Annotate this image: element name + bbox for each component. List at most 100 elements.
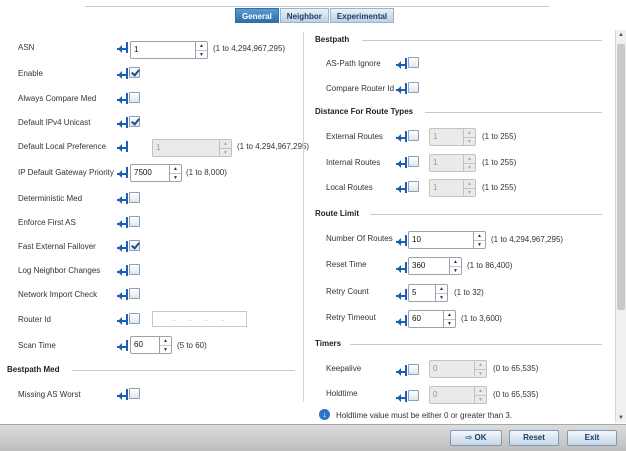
tab-experimental[interactable]: Experimental bbox=[329, 8, 395, 23]
spin-up-icon[interactable]: ▲ bbox=[196, 42, 207, 50]
spin-up-icon[interactable]: ▲ bbox=[475, 361, 486, 369]
tab-neighbor[interactable]: Neighbor bbox=[279, 8, 329, 23]
local-routes-spinner[interactable]: 1 ▲ ▼ bbox=[429, 179, 476, 197]
network-import-check-checkbox[interactable] bbox=[129, 288, 140, 299]
spin-up-icon[interactable]: ▲ bbox=[170, 165, 181, 173]
reset-button[interactable]: Reset bbox=[509, 430, 559, 446]
vertical-scrollbar[interactable]: ▲ ▼ bbox=[615, 30, 626, 423]
compare-router-id-checkbox[interactable] bbox=[408, 82, 419, 93]
bestpath-med-title: Bestpath Med bbox=[7, 365, 60, 374]
spin-up-icon[interactable]: ▲ bbox=[436, 285, 447, 293]
spin-down-icon[interactable]: ▼ bbox=[475, 369, 486, 378]
asn-value[interactable]: 1 bbox=[131, 42, 195, 58]
column-divider bbox=[303, 32, 304, 402]
asn-label: ASN bbox=[18, 43, 35, 52]
default-local-preference-range: (1 to 4,294,967,295) bbox=[237, 142, 310, 151]
retry-timeout-value[interactable]: 60 bbox=[409, 311, 443, 327]
enable-checkbox[interactable] bbox=[129, 67, 140, 78]
enforce-first-as-label: Enforce First AS bbox=[18, 218, 76, 227]
retry-count-range: (1 to 32) bbox=[454, 288, 484, 297]
spin-down-icon[interactable]: ▼ bbox=[464, 163, 475, 172]
enforce-first-as-checkbox[interactable] bbox=[129, 216, 140, 227]
bestpath-title: Bestpath bbox=[315, 35, 350, 44]
spin-up-icon[interactable]: ▲ bbox=[220, 140, 231, 148]
spin-down-icon[interactable]: ▼ bbox=[170, 173, 181, 182]
spin-up-icon[interactable]: ▲ bbox=[464, 129, 475, 137]
default-local-preference-value[interactable]: 1 bbox=[153, 140, 219, 156]
default-ipv4-unicast-checkbox[interactable] bbox=[129, 116, 140, 127]
holdtime-checkbox[interactable] bbox=[408, 390, 419, 401]
reset-time-value[interactable]: 360 bbox=[409, 258, 449, 274]
router-id-input[interactable]: .... bbox=[152, 311, 247, 327]
external-routes-spinner[interactable]: 1 ▲ ▼ bbox=[429, 128, 476, 146]
spin-down-icon[interactable]: ▼ bbox=[436, 293, 447, 302]
external-routes-label: External Routes bbox=[326, 132, 383, 141]
scrollbar-thumb[interactable] bbox=[617, 44, 625, 310]
override-icon[interactable] bbox=[117, 140, 135, 153]
fast-external-failover-checkbox[interactable] bbox=[129, 240, 140, 251]
scroll-down-icon[interactable]: ▼ bbox=[616, 413, 626, 423]
ip-default-gateway-priority-value[interactable]: 7500 bbox=[131, 165, 169, 181]
spin-down-icon[interactable]: ▼ bbox=[220, 148, 231, 157]
spin-down-icon[interactable]: ▼ bbox=[450, 266, 461, 275]
number-of-routes-spinner[interactable]: 10 ▲ ▼ bbox=[408, 231, 486, 249]
router-id-checkbox[interactable] bbox=[129, 313, 140, 324]
tab-bar: General Neighbor Experimental bbox=[235, 8, 395, 23]
distance-title: Distance For Route Types bbox=[315, 107, 414, 116]
number-of-routes-value[interactable]: 10 bbox=[409, 232, 473, 248]
spin-down-icon[interactable]: ▼ bbox=[475, 395, 486, 404]
tab-general[interactable]: General bbox=[235, 8, 279, 23]
asn-spinner[interactable]: 1 ▲ ▼ bbox=[130, 41, 208, 59]
reset-time-spinner[interactable]: 360 ▲ ▼ bbox=[408, 257, 462, 275]
retry-count-value[interactable]: 5 bbox=[409, 285, 435, 301]
keepalive-spinner[interactable]: 0 ▲ ▼ bbox=[429, 360, 487, 378]
holdtime-spinner[interactable]: 0 ▲ ▼ bbox=[429, 386, 487, 404]
spin-up-icon[interactable]: ▲ bbox=[444, 311, 455, 319]
scan-time-value[interactable]: 60 bbox=[131, 337, 159, 353]
spin-down-icon[interactable]: ▼ bbox=[464, 188, 475, 197]
retry-timeout-spinner[interactable]: 60 ▲ ▼ bbox=[408, 310, 456, 328]
holdtime-label: Holdtime bbox=[326, 389, 358, 398]
number-of-routes-range: (1 to 4,294,967,295) bbox=[491, 235, 564, 244]
log-neighbor-changes-checkbox[interactable] bbox=[129, 264, 140, 275]
local-routes-checkbox[interactable] bbox=[408, 181, 419, 192]
spin-down-icon[interactable]: ▼ bbox=[160, 345, 171, 354]
spin-up-icon[interactable]: ▲ bbox=[450, 258, 461, 266]
spin-down-icon[interactable]: ▼ bbox=[444, 319, 455, 328]
spin-up-icon[interactable]: ▲ bbox=[474, 232, 485, 240]
spin-up-icon[interactable]: ▲ bbox=[464, 155, 475, 163]
default-local-preference-spinner[interactable]: 1 ▲ ▼ bbox=[152, 139, 232, 157]
default-local-preference-label: Default Local Preference bbox=[18, 142, 107, 151]
local-routes-value[interactable]: 1 bbox=[430, 180, 463, 196]
internal-routes-label: Internal Routes bbox=[326, 158, 381, 167]
external-routes-checkbox[interactable] bbox=[408, 130, 419, 141]
deterministic-med-checkbox[interactable] bbox=[129, 192, 140, 203]
local-routes-label: Local Routes bbox=[326, 183, 373, 192]
ip-default-gateway-priority-spinner[interactable]: 7500 ▲ ▼ bbox=[130, 164, 182, 182]
always-compare-med-checkbox[interactable] bbox=[129, 92, 140, 103]
spin-down-icon[interactable]: ▼ bbox=[474, 240, 485, 249]
holdtime-value[interactable]: 0 bbox=[430, 387, 474, 403]
missing-as-worst-checkbox[interactable] bbox=[129, 388, 140, 399]
internal-routes-value[interactable]: 1 bbox=[430, 155, 463, 171]
spin-down-icon[interactable]: ▼ bbox=[464, 137, 475, 146]
internal-routes-checkbox[interactable] bbox=[408, 156, 419, 167]
keepalive-value[interactable]: 0 bbox=[430, 361, 474, 377]
spin-up-icon[interactable]: ▲ bbox=[464, 180, 475, 188]
spin-up-icon[interactable]: ▲ bbox=[160, 337, 171, 345]
spin-up-icon[interactable]: ▲ bbox=[475, 387, 486, 395]
keepalive-checkbox[interactable] bbox=[408, 364, 419, 375]
internal-routes-spinner[interactable]: 1 ▲ ▼ bbox=[429, 154, 476, 172]
retry-timeout-range: (1 to 3,600) bbox=[461, 314, 502, 323]
scroll-up-icon[interactable]: ▲ bbox=[616, 30, 626, 40]
reset-time-label: Reset Time bbox=[326, 260, 367, 269]
external-routes-value[interactable]: 1 bbox=[430, 129, 463, 145]
scan-time-spinner[interactable]: 60 ▲ ▼ bbox=[130, 336, 172, 354]
section-divider bbox=[425, 112, 602, 113]
ok-button[interactable]: ⇨ OK bbox=[450, 430, 502, 446]
retry-count-spinner[interactable]: 5 ▲ ▼ bbox=[408, 284, 448, 302]
as-path-ignore-checkbox[interactable] bbox=[408, 57, 419, 68]
spin-down-icon[interactable]: ▼ bbox=[196, 50, 207, 59]
timers-title: Timers bbox=[315, 339, 342, 348]
exit-button[interactable]: Exit bbox=[567, 430, 617, 446]
